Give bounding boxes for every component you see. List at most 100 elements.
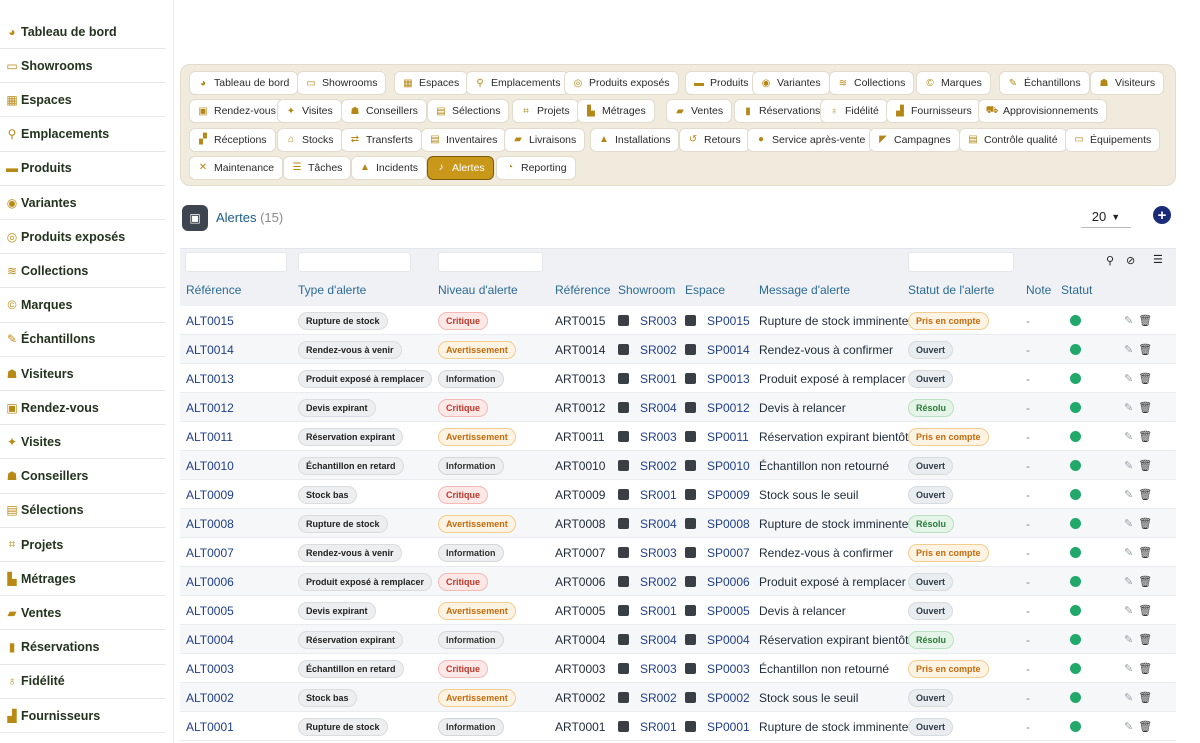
- module-chip-inventaires[interactable]: ▤ Inventaires: [421, 127, 507, 152]
- alert-reference-link[interactable]: ALT0013: [186, 372, 234, 386]
- status-toggle[interactable]: [1070, 692, 1081, 703]
- column-header[interactable]: Référence: [186, 283, 241, 297]
- module-chip-approvisionnements[interactable]: ⛟ Approvisionnements: [978, 99, 1108, 124]
- module-chip-espaces[interactable]: ▦ Espaces: [394, 71, 469, 95]
- alert-reference-link[interactable]: ALT0007: [186, 546, 234, 560]
- status-toggle[interactable]: [1070, 373, 1081, 384]
- sidebar-item-produits[interactable]: ▬ Produits: [0, 152, 165, 186]
- module-chip-projets[interactable]: ⌗ Projets: [512, 99, 579, 124]
- trash-icon[interactable]: 🗑: [1138, 662, 1152, 675]
- trash-icon[interactable]: 🗑: [1138, 546, 1152, 559]
- sidebar-item-variantes[interactable]: ◉ Variantes: [0, 186, 165, 220]
- edit-icon[interactable]: ✎: [1124, 691, 1133, 704]
- module-chip-visites[interactable]: ✦ Visites: [277, 99, 342, 124]
- module-chip-visiteurs[interactable]: ☗ Visiteurs: [1090, 71, 1165, 95]
- edit-icon[interactable]: ✎: [1124, 430, 1133, 443]
- module-chip-rendez-vous[interactable]: ▣ Rendez-vous: [189, 99, 285, 124]
- trash-icon[interactable]: 🗑: [1138, 691, 1152, 704]
- trash-icon[interactable]: 🗑: [1138, 343, 1152, 356]
- module-chip-reporting[interactable]: ◔ Reporting: [496, 155, 576, 180]
- sidebar-item-rendez-vous[interactable]: ▣ Rendez-vous: [0, 391, 165, 426]
- space-link[interactable]: SP0008: [707, 517, 750, 531]
- showroom-link[interactable]: SR004: [640, 401, 677, 415]
- column-list-icon[interactable]: ☰: [1153, 253, 1163, 266]
- showroom-link[interactable]: SR003: [640, 430, 677, 444]
- showroom-link[interactable]: SR001: [640, 720, 677, 734]
- edit-icon[interactable]: ✎: [1124, 604, 1133, 617]
- trash-icon[interactable]: 🗑: [1138, 314, 1152, 327]
- showroom-link[interactable]: SR004: [640, 633, 677, 647]
- space-link[interactable]: SP0005: [707, 604, 750, 618]
- showroom-link[interactable]: SR002: [640, 459, 677, 473]
- showroom-link[interactable]: SR002: [640, 343, 677, 357]
- module-chip-t-ches[interactable]: ☰ Tâches: [283, 155, 352, 180]
- space-link[interactable]: SP0010: [707, 459, 750, 473]
- trash-icon[interactable]: 🗑: [1138, 575, 1152, 588]
- module-chip-fournisseurs[interactable]: ▟ Fournisseurs: [886, 99, 981, 124]
- module-chip-installations[interactable]: ▲ Installations: [590, 127, 680, 152]
- module-chip-m-trages[interactable]: ▙ Métrages: [577, 99, 655, 124]
- trash-icon[interactable]: 🗑: [1138, 401, 1152, 414]
- alert-reference-link[interactable]: ALT0011: [186, 430, 233, 444]
- status-toggle[interactable]: [1070, 489, 1081, 500]
- module-chip-ventes[interactable]: ▰ Ventes: [666, 99, 733, 124]
- module-chip-conseillers[interactable]: ☗ Conseillers: [341, 99, 427, 124]
- alert-reference-link[interactable]: ALT0004: [186, 633, 234, 647]
- sidebar-item-fournisseurs[interactable]: ▟ Fournisseurs: [0, 699, 165, 733]
- table-row[interactable]: ALT0014 Rendez-vous à venir Avertissement A…: [180, 335, 1176, 364]
- showroom-link[interactable]: SR003: [640, 314, 677, 328]
- edit-icon[interactable]: ✎: [1124, 633, 1133, 646]
- column-header[interactable]: Note: [1026, 283, 1051, 297]
- edit-icon[interactable]: ✎: [1124, 372, 1133, 385]
- alert-reference-link[interactable]: ALT0008: [186, 517, 234, 531]
- space-link[interactable]: SP0011: [707, 430, 749, 444]
- showroom-link[interactable]: SR001: [640, 372, 677, 386]
- column-header[interactable]: Espace: [685, 283, 725, 297]
- alert-reference-link[interactable]: ALT0015: [186, 314, 234, 328]
- module-chip-retours[interactable]: ↺ Retours: [679, 127, 750, 152]
- space-link[interactable]: SP0013: [707, 372, 750, 386]
- sidebar-item-conseillers[interactable]: ☗ Conseillers: [0, 460, 165, 494]
- edit-icon[interactable]: ✎: [1124, 546, 1133, 559]
- showroom-link[interactable]: SR002: [640, 691, 677, 705]
- showroom-link[interactable]: SR003: [640, 662, 677, 676]
- sidebar-item-collections[interactable]: ≋ Collections: [0, 254, 165, 289]
- edit-icon[interactable]: ✎: [1124, 662, 1133, 675]
- trash-icon[interactable]: 🗑: [1138, 372, 1152, 385]
- showroom-link[interactable]: SR003: [640, 546, 677, 560]
- status-toggle[interactable]: [1070, 547, 1081, 558]
- edit-icon[interactable]: ✎: [1124, 314, 1133, 327]
- column-header[interactable]: Référence: [555, 283, 610, 297]
- sidebar-item-espaces[interactable]: ▦ Espaces: [0, 83, 165, 118]
- table-row[interactable]: ALT0015 Rupture de stock Critique ART0015 SR…: [180, 306, 1176, 335]
- column-header[interactable]: Type d'alerte: [298, 283, 366, 297]
- module-chip-contr-le-qualit-[interactable]: ▤ Contrôle qualité: [959, 127, 1067, 152]
- module-chip-incidents[interactable]: ▲ Incidents: [351, 155, 428, 180]
- alert-reference-link[interactable]: ALT0001: [186, 720, 234, 734]
- clear-filter-icon[interactable]: ⊘: [1126, 254, 1135, 267]
- space-link[interactable]: SP0001: [707, 720, 750, 734]
- module-chip-service-apr-s-vente[interactable]: ● Service après-vente: [747, 127, 875, 152]
- trash-icon[interactable]: 🗑: [1138, 517, 1152, 530]
- page-size-select[interactable]: 20 ▼: [1081, 206, 1131, 228]
- edit-icon[interactable]: ✎: [1124, 488, 1133, 501]
- status-toggle[interactable]: [1070, 460, 1081, 471]
- module-chip-marques[interactable]: © Marques: [916, 71, 991, 95]
- table-row[interactable]: ALT0008 Rupture de stock Avertissement ART0…: [180, 509, 1176, 538]
- module-chip-alertes[interactable]: ♪ Alertes: [427, 155, 494, 180]
- sidebar-item-tableau-de-bord[interactable]: ◕ Tableau de bord: [0, 15, 165, 49]
- column-header[interactable]: Statut de l'alerte: [908, 283, 994, 297]
- trash-icon[interactable]: 🗑: [1138, 488, 1152, 501]
- edit-icon[interactable]: ✎: [1124, 517, 1133, 530]
- column-header[interactable]: Message d'alerte: [759, 283, 850, 297]
- table-row[interactable]: ALT0004 Réservation expirant Information AR…: [180, 625, 1176, 654]
- module-chip-tableau-de-bord[interactable]: ◕ Tableau de bord: [189, 71, 299, 95]
- trash-icon[interactable]: 🗑: [1138, 459, 1152, 472]
- sidebar-item-ventes[interactable]: ▰ Ventes: [0, 596, 165, 631]
- space-link[interactable]: SP0012: [707, 401, 750, 415]
- table-row[interactable]: ALT0012 Devis expirant Critique ART0012 SR00…: [180, 393, 1176, 422]
- sidebar-item--chantillons[interactable]: ✎ Échantillons: [0, 323, 165, 357]
- alert-reference-link[interactable]: ALT0002: [186, 691, 234, 705]
- sidebar-item-fid-lit-[interactable]: ♁ Fidélité: [0, 665, 165, 699]
- status-toggle[interactable]: [1070, 634, 1081, 645]
